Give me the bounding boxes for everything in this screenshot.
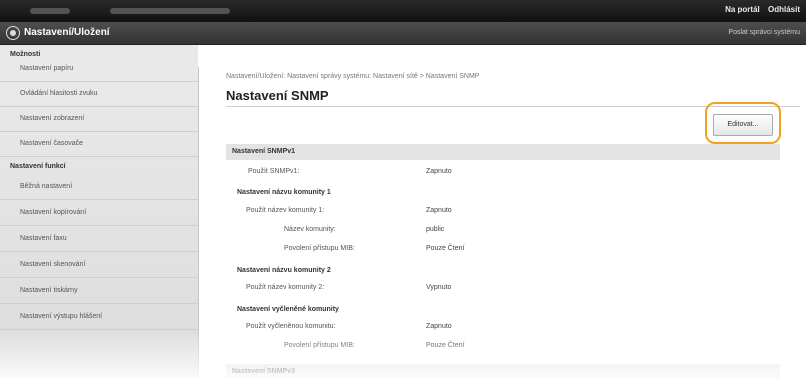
sidebar-item-label: Nastavení faxu [20, 235, 67, 242]
sidebar-item-label: Nastavení papíru [20, 65, 74, 72]
settings-icon [6, 26, 20, 40]
community2-title: Nastavení názvu komunity 2 [237, 267, 331, 274]
sidebar-item-common[interactable]: Běžná nastavení [0, 175, 198, 200]
sidebar-item-label: Nastavení zobrazení [20, 115, 85, 122]
section-header-label: Nastavení SNMPv3 [232, 368, 296, 375]
sidebar-item-label: Nastavení tiskárny [20, 287, 78, 294]
community1-use-value: Zapnuto [426, 207, 452, 214]
title-bar: Nastavení/Uložení Poslat správci systému [0, 22, 806, 45]
sidebar-item-paper[interactable]: Nastavení papíru [0, 57, 198, 82]
dedicated-use-value: Zapnuto [426, 323, 452, 330]
use-snmpv1-value: Zapnuto [426, 168, 452, 175]
community1-use-label: Použít název komunity 1: [246, 207, 325, 214]
portal-link[interactable]: Na portál [725, 5, 760, 14]
edit-button[interactable]: Editovat... [713, 114, 773, 136]
section-header-snmpv1: Nastavení SNMPv1 [226, 144, 780, 160]
dedicated-use-label: Použít vyčleněnou komunitu: [246, 323, 336, 330]
dedicated-mib-label: Povolení přístupu MIB: [284, 342, 355, 349]
community1-title: Nastavení názvu komunity 1 [237, 189, 331, 196]
sidebar-item-label: Běžná nastavení [20, 183, 73, 190]
sidebar-item-label: Nastavení kopírování [20, 209, 87, 216]
mib-access-value: Pouze Čtení [426, 245, 465, 252]
mail-admin-link[interactable]: Poslat správci systému [728, 29, 800, 36]
section-header-snmpv3: Nastavení SNMPv3 [226, 364, 780, 378]
mib-access-label: Povolení přístupu MIB: [284, 245, 355, 252]
top-bar: Na portál Odhlásit [0, 0, 806, 22]
sidebar-item-label: Ovládání hlasitosti zvuku [20, 90, 98, 97]
sidebar-item-printer[interactable]: Nastavení tiskárny [0, 279, 198, 304]
sidebar-item-label: Nastavení skenování [20, 261, 86, 268]
section-header-label: Nastavení SNMPv1 [232, 148, 296, 155]
dedicated-mib-value: Pouze Čtení [426, 342, 465, 349]
sidebar-item-display[interactable]: Nastavení zobrazení [0, 107, 198, 132]
community2-use-label: Použít název komunity 2: [246, 284, 325, 291]
logout-link[interactable]: Odhlásit [768, 5, 800, 14]
sidebar: Nastavení papíru Ovládání hlasitosti zvu… [0, 65, 199, 378]
sidebar-item-fax[interactable]: Nastavení faxu [0, 227, 198, 252]
sidebar-section-functions: Nastavení funkcí [10, 163, 66, 170]
app-title: Nastavení/Uložení [24, 27, 110, 38]
community-name-value: public [426, 226, 445, 233]
sidebar-item-volume[interactable]: Ovládání hlasitosti zvuku [0, 82, 198, 107]
blurred-device-name [30, 8, 70, 14]
dedicated-community-title: Nastavení vyčleněné komunity [237, 306, 339, 313]
sidebar-item-label: Nastavení výstupu hlášení [20, 313, 103, 320]
use-snmpv1-label: Použít SNMPv1: [248, 168, 300, 175]
breadcrumb: Nastavení/Uložení: Nastavení správy syst… [226, 73, 480, 80]
sidebar-item-report[interactable]: Nastavení výstupu hlášení [0, 305, 198, 330]
sidebar-item-copy[interactable]: Nastavení kopírování [0, 201, 198, 226]
sidebar-item-timer[interactable]: Nastavení časovače [0, 132, 198, 157]
sidebar-item-label: Nastavení časovače [20, 140, 84, 147]
sidebar-item-scan[interactable]: Nastavení skenování [0, 253, 198, 278]
community-name-label: Název komunity: [284, 226, 336, 233]
top-links: Na portál Odhlásit [719, 5, 800, 14]
page-title: Nastavení SNMP [226, 88, 329, 103]
blurred-device-name [110, 8, 230, 14]
community2-use-value: Vypnuto [426, 284, 452, 291]
